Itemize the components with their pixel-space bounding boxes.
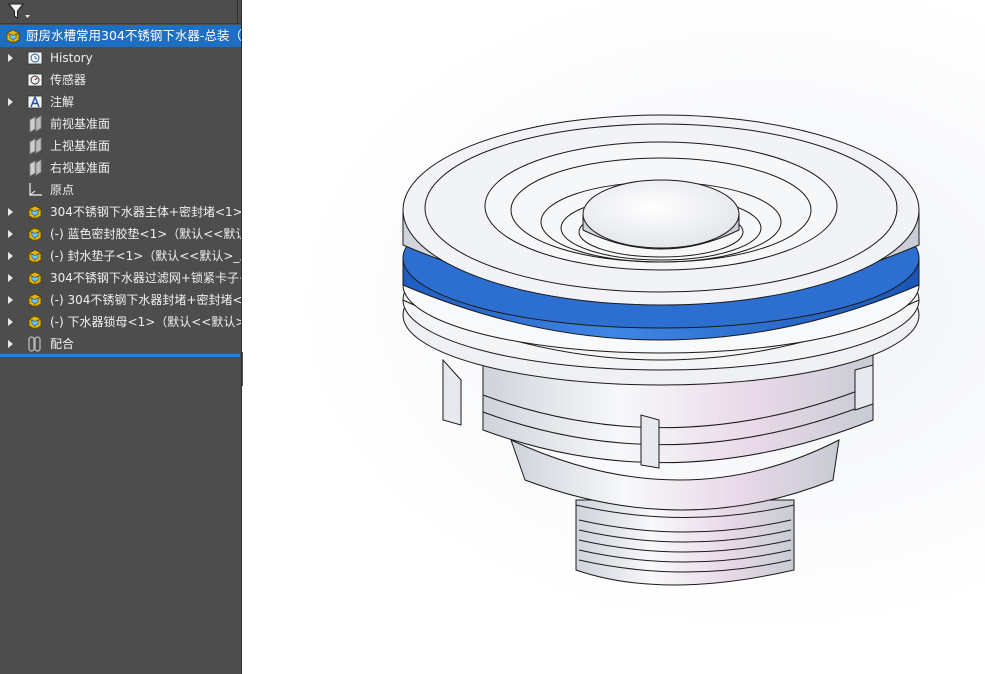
plane-icon <box>26 137 44 155</box>
filter-button[interactable] <box>6 2 32 22</box>
history-icon <box>26 49 44 67</box>
plane-icon <box>26 159 44 177</box>
tree-item-label: (-) 蓝色密封胶垫<1>（默认<<默认 <box>50 227 242 241</box>
graphics-viewport[interactable] <box>243 0 985 674</box>
tree-item-label: (-) 下水器锁母<1>（默认<<默认>_ <box>50 315 242 329</box>
origin-icon <box>26 181 44 199</box>
expand-arrow-icon[interactable] <box>8 230 13 238</box>
tree-item-12[interactable]: (-) 304不锈钢下水器封堵+密封堵<1 <box>0 289 242 311</box>
tree-item-7[interactable]: 原点 <box>0 179 241 201</box>
tree-item-label: 304不锈钢下水器主体+密封堵<1>（ <box>50 205 242 219</box>
tree-filter-bar <box>0 0 241 24</box>
mates-icon <box>26 335 44 353</box>
tree-item-14[interactable]: 配合 <box>0 333 241 355</box>
expand-arrow-icon[interactable] <box>8 296 13 304</box>
expand-arrow-icon[interactable] <box>8 98 13 106</box>
tree-item-1[interactable]: History <box>0 47 241 69</box>
tree-item-label: 前视基准面 <box>50 117 111 131</box>
tree-item-label: 配合 <box>50 337 75 351</box>
tree-item-label: 原点 <box>50 183 75 197</box>
tree-item-5[interactable]: 上视基准面 <box>0 135 241 157</box>
tree-item-3[interactable]: 注解 <box>0 91 241 113</box>
part-icon <box>26 269 44 287</box>
tree-item-label: (-) 封水垫子<1>（默认<<默认>_显 <box>50 249 242 263</box>
tree-item-label: 右视基准面 <box>50 161 111 175</box>
filter-icon <box>7 3 30 19</box>
part-icon <box>26 225 44 243</box>
tree-item-label: History <box>50 51 93 65</box>
expand-arrow-icon[interactable] <box>8 340 13 348</box>
sink-drain-assembly-model <box>402 114 920 586</box>
annotation-icon <box>26 93 44 111</box>
expand-arrow-icon[interactable] <box>8 54 13 62</box>
tree-item-9[interactable]: (-) 蓝色密封胶垫<1>（默认<<默认 <box>0 223 242 245</box>
expand-arrow-icon[interactable] <box>8 318 13 326</box>
sensor-icon <box>26 71 44 89</box>
expand-arrow-icon[interactable] <box>8 274 13 282</box>
tree-item-2[interactable]: 传感器 <box>0 69 241 91</box>
tree-item-4[interactable]: 前视基准面 <box>0 113 241 135</box>
tree-item-label: 304不锈钢下水器过滤网+锁紧卡子< <box>50 271 242 285</box>
tree-item-label: 注解 <box>50 95 75 109</box>
tree-item-13[interactable]: (-) 下水器锁母<1>（默认<<默认>_ <box>0 311 242 333</box>
tree-item-11[interactable]: 304不锈钢下水器过滤网+锁紧卡子< <box>0 267 242 289</box>
part-icon <box>26 203 44 221</box>
tree-item-8[interactable]: 304不锈钢下水器主体+密封堵<1>（ <box>0 201 242 223</box>
tree-item-label: (-) 304不锈钢下水器封堵+密封堵<1 <box>50 293 242 307</box>
tree-item-10[interactable]: (-) 封水垫子<1>（默认<<默认>_显 <box>0 245 242 267</box>
tree-item-label: 上视基准面 <box>50 139 111 153</box>
plane-icon <box>26 115 44 133</box>
feature-manager-tree: 厨房水槽常用304不锈钢下水器-总装（默 History 传感器注解前视基准面上视… <box>0 0 242 674</box>
assembly-icon <box>4 27 22 45</box>
expand-arrow-icon[interactable] <box>8 208 13 216</box>
part-icon <box>26 247 44 265</box>
tree-root-label: 厨房水槽常用304不锈钢下水器-总装（默 <box>26 28 242 43</box>
filter-divider <box>237 0 238 24</box>
tree-bottom-separator <box>0 354 240 357</box>
tree-item-6[interactable]: 右视基准面 <box>0 157 241 179</box>
tree-root-assembly[interactable]: 厨房水槽常用304不锈钢下水器-总装（默 <box>0 25 242 47</box>
tree-item-label: 传感器 <box>50 73 87 87</box>
part-icon <box>26 313 44 331</box>
expand-arrow-icon[interactable] <box>8 252 13 260</box>
part-icon <box>26 291 44 309</box>
